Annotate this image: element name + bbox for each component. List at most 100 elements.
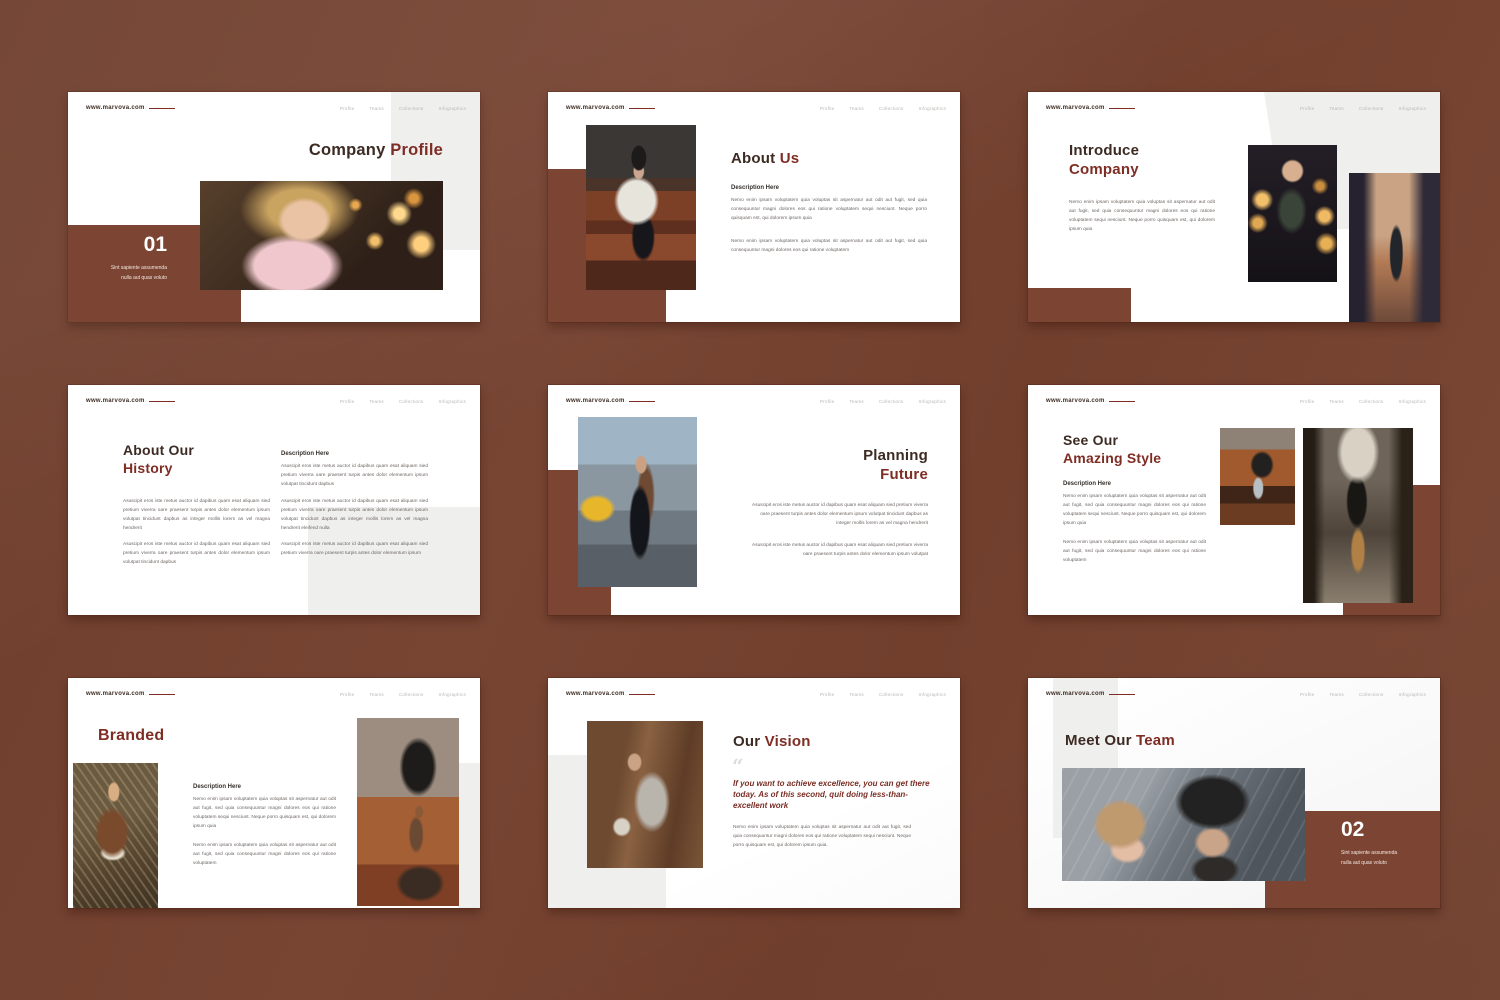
- nav-item-infographics[interactable]: Infographics: [919, 106, 946, 111]
- nav-item-infographics[interactable]: Infographics: [439, 106, 466, 111]
- photo-woman-on-car: [1220, 428, 1295, 525]
- photo-woman-fairy-lights: [200, 181, 443, 290]
- nav-item-collections[interactable]: Collections: [1359, 399, 1384, 404]
- slide-nav: Profile Teams Collections Infographics: [340, 692, 466, 697]
- slide-title: About Us: [731, 150, 799, 169]
- body-paragraph: Asuscipit eros iste metus auctor id dapi…: [281, 498, 428, 533]
- logo-text: www.marvova.com: [1046, 691, 1105, 697]
- logo-dash: [1109, 694, 1135, 695]
- section-caption: Sint sapiente assumenda nulla aut quas v…: [68, 264, 167, 283]
- logo-text: www.marvova.com: [1046, 105, 1105, 111]
- nav-item-teams[interactable]: Teams: [369, 399, 384, 404]
- slide-nav: Profile Teams Collections Infographics: [820, 692, 946, 697]
- slide-introduce-company[interactable]: www.marvova.com Profile Teams Collection…: [1028, 92, 1440, 322]
- nav-item-profile[interactable]: Profile: [820, 106, 834, 111]
- slide-about-our-history[interactable]: www.marvova.com Profile Teams Collection…: [68, 385, 480, 615]
- body-paragraph: Nemo enim ipsam voluptatem quia voluptas…: [731, 197, 927, 224]
- nav-item-infographics[interactable]: Infographics: [1399, 106, 1426, 111]
- nav-item-collections[interactable]: Collections: [879, 399, 904, 404]
- nav-item-collections[interactable]: Collections: [399, 399, 424, 404]
- logo-dash: [149, 694, 175, 695]
- template-preview-background: www.marvova.com Profile Teams Collection…: [0, 0, 1500, 1000]
- site-logo: www.marvova.com: [86, 105, 175, 111]
- nav-item-teams[interactable]: Teams: [369, 106, 384, 111]
- nav-item-profile[interactable]: Profile: [820, 399, 834, 404]
- logo-text: www.marvova.com: [86, 398, 145, 404]
- section-caption: Sint sapiente assumenda nulla aut quas v…: [1341, 849, 1397, 868]
- body-paragraph: Nemo enim ipsam voluptatem quia voluptas…: [193, 842, 336, 869]
- nav-item-profile[interactable]: Profile: [1300, 399, 1314, 404]
- nav-item-teams[interactable]: Teams: [369, 692, 384, 697]
- nav-item-teams[interactable]: Teams: [1329, 106, 1344, 111]
- slide-title: Our Vision: [733, 733, 811, 752]
- logo-dash: [629, 108, 655, 109]
- logo-dash: [629, 401, 655, 402]
- slide-title: IntroduceCompany: [1069, 142, 1139, 180]
- nav-item-collections[interactable]: Collections: [1359, 692, 1384, 697]
- slide-planning-future[interactable]: www.marvova.com Profile Teams Collection…: [548, 385, 960, 615]
- nav-item-teams[interactable]: Teams: [849, 106, 864, 111]
- nav-item-infographics[interactable]: Infographics: [1399, 399, 1426, 404]
- site-logo: www.marvova.com: [566, 691, 655, 697]
- nav-item-profile[interactable]: Profile: [340, 106, 354, 111]
- nav-item-profile[interactable]: Profile: [820, 692, 834, 697]
- body-paragraph: Asuscipit eros iste metus auctor id dapi…: [123, 498, 270, 533]
- slide-nav: Profile Teams Collections Infographics: [340, 399, 466, 404]
- nav-item-collections[interactable]: Collections: [1359, 106, 1384, 111]
- slide-nav: Profile Teams Collections Infographics: [1300, 106, 1426, 111]
- site-logo: www.marvova.com: [1046, 105, 1135, 111]
- nav-item-teams[interactable]: Teams: [1329, 692, 1344, 697]
- body-paragraph: Asuscipit eros iste metus auctor id dapi…: [281, 541, 428, 559]
- nav-item-collections[interactable]: Collections: [399, 106, 424, 111]
- nav-item-teams[interactable]: Teams: [849, 399, 864, 404]
- photo-couple-with-hats: [1062, 768, 1305, 881]
- slide-meet-our-team[interactable]: www.marvova.com Profile Teams Collection…: [1028, 678, 1440, 908]
- slide-nav: Profile Teams Collections Infographics: [340, 106, 466, 111]
- body-paragraph: Nemo enim ipsam voluptatem quia voluptas…: [733, 824, 911, 851]
- slide-nav: Profile Teams Collections Infographics: [1300, 399, 1426, 404]
- quote-text: If you want to achieve excellence, you c…: [733, 779, 939, 811]
- photo-woman-black-dress-taxi: [578, 417, 697, 587]
- nav-item-profile[interactable]: Profile: [1300, 692, 1314, 697]
- slide-title: See OurAmazing Style: [1063, 432, 1161, 467]
- nav-item-teams[interactable]: Teams: [849, 692, 864, 697]
- logo-text: www.marvova.com: [86, 105, 145, 111]
- nav-item-infographics[interactable]: Infographics: [439, 692, 466, 697]
- logo-dash: [629, 694, 655, 695]
- nav-item-collections[interactable]: Collections: [399, 692, 424, 697]
- nav-item-infographics[interactable]: Infographics: [1399, 692, 1426, 697]
- logo-text: www.marvova.com: [566, 691, 625, 697]
- nav-item-profile[interactable]: Profile: [340, 692, 354, 697]
- nav-item-teams[interactable]: Teams: [1329, 399, 1344, 404]
- nav-item-profile[interactable]: Profile: [1300, 106, 1314, 111]
- slide-branded[interactable]: www.marvova.com Profile Teams Collection…: [68, 678, 480, 908]
- nav-item-profile[interactable]: Profile: [340, 399, 354, 404]
- section-number: 01: [68, 233, 167, 257]
- decor-gray-panel: [458, 763, 480, 908]
- site-logo: www.marvova.com: [86, 398, 175, 404]
- section-number: 02: [1341, 818, 1364, 842]
- body-paragraph: Asuscipit eros iste metus auctor id dapi…: [123, 541, 270, 568]
- site-logo: www.marvova.com: [566, 105, 655, 111]
- nav-item-collections[interactable]: Collections: [879, 692, 904, 697]
- nav-item-collections[interactable]: Collections: [879, 106, 904, 111]
- logo-dash: [149, 108, 175, 109]
- photo-woman-checkered-top: [1248, 145, 1337, 282]
- logo-text: www.marvova.com: [566, 105, 625, 111]
- nav-item-infographics[interactable]: Infographics: [919, 399, 946, 404]
- slide-title: PlanningFuture: [863, 447, 928, 485]
- nav-item-infographics[interactable]: Infographics: [919, 692, 946, 697]
- site-logo: www.marvova.com: [1046, 691, 1135, 697]
- slide-our-vision[interactable]: www.marvova.com Profile Teams Collection…: [548, 678, 960, 908]
- slide-amazing-style[interactable]: www.marvova.com Profile Teams Collection…: [1028, 385, 1440, 615]
- nav-item-infographics[interactable]: Infographics: [439, 399, 466, 404]
- body-paragraph: Asuscipit eros iste metus auctor id dapi…: [281, 463, 428, 490]
- slide-title: Branded: [98, 726, 164, 746]
- description-label: Description Here: [1063, 481, 1111, 487]
- photo-woman-sitting-on-rooftop: [586, 125, 696, 290]
- slide-about-us[interactable]: www.marvova.com Profile Teams Collection…: [548, 92, 960, 322]
- body-paragraph: Asuscipit eros iste metus auctor id dapi…: [750, 542, 928, 560]
- slide-company-profile[interactable]: www.marvova.com Profile Teams Collection…: [68, 92, 480, 322]
- photo-woman-brown-poncho: [73, 763, 158, 908]
- quote-icon: “: [732, 756, 744, 776]
